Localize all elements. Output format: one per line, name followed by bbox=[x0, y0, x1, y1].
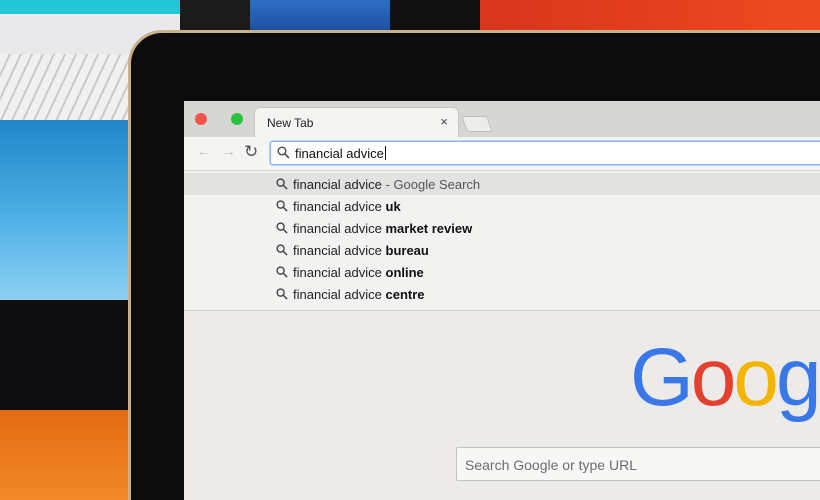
suggestion-suffix: market review bbox=[385, 221, 473, 236]
tab-title: New Tab bbox=[267, 116, 314, 130]
suggestion-prefix: financial advice bbox=[293, 287, 386, 302]
wallpaper-dark bbox=[390, 0, 480, 32]
reload-icon[interactable]: ↻ bbox=[244, 142, 258, 162]
google-logo: Goog bbox=[630, 331, 820, 425]
wallpaper-roof bbox=[0, 54, 135, 120]
suggestion-suffix: bureau bbox=[385, 243, 429, 258]
logo-letter: o bbox=[733, 332, 779, 423]
search-placeholder: Search Google or type URL bbox=[465, 457, 637, 473]
window-zoom-button[interactable] bbox=[231, 113, 243, 125]
toolbar: ← → ↻ financial advice bbox=[184, 137, 820, 171]
logo-letter: o bbox=[690, 332, 737, 423]
suggestion-suffix: - Google Search bbox=[381, 177, 481, 192]
suggestion-item[interactable]: financial advice bureau bbox=[184, 239, 820, 261]
new-tab-page: Goog Search Google or type URL bbox=[184, 311, 820, 500]
suggestion-item[interactable]: financial advice online bbox=[184, 261, 820, 283]
back-button[interactable]: ← bbox=[196, 143, 212, 161]
suggestion-prefix: financial advice bbox=[293, 243, 386, 258]
address-bar-text[interactable]: financial advice bbox=[295, 146, 386, 161]
suggestion-item[interactable]: financial advice - Google Search bbox=[184, 173, 820, 195]
suggestion-prefix: financial advice bbox=[293, 221, 386, 236]
wallpaper-dark-band bbox=[0, 300, 135, 410]
search-icon bbox=[276, 265, 288, 283]
suggestion-item[interactable]: financial advice market review bbox=[184, 217, 820, 239]
search-icon bbox=[276, 287, 288, 305]
suggestion-suffix: online bbox=[385, 265, 424, 280]
window-close-button[interactable] bbox=[195, 113, 207, 125]
tab-strip: New Tab × bbox=[184, 101, 820, 137]
suggestions-dropdown: financial advice - Google Search financi… bbox=[184, 171, 820, 311]
forward-button[interactable]: → bbox=[220, 143, 236, 161]
search-box[interactable]: Search Google or type URL bbox=[456, 447, 820, 481]
logo-letter: G bbox=[630, 332, 694, 423]
wallpaper-red bbox=[480, 0, 820, 32]
wallpaper-sky bbox=[0, 120, 135, 300]
suggestion-suffix: uk bbox=[385, 199, 401, 214]
suggestion-prefix: financial advice bbox=[293, 177, 382, 192]
search-icon bbox=[277, 146, 290, 164]
close-icon[interactable]: × bbox=[440, 114, 448, 129]
browser-window: New Tab × ← → ↻ financial advice financi… bbox=[184, 101, 820, 500]
suggestion-item[interactable]: financial advice uk bbox=[184, 195, 820, 217]
suggestion-item[interactable]: financial advice centre bbox=[184, 283, 820, 305]
search-icon bbox=[276, 243, 288, 261]
wallpaper-orange bbox=[0, 410, 135, 500]
suggestion-prefix: financial advice bbox=[293, 265, 386, 280]
tab-new-tab[interactable]: New Tab × bbox=[254, 107, 459, 137]
wallpaper-blue bbox=[250, 0, 390, 32]
logo-letter: g bbox=[776, 332, 820, 423]
new-tab-button[interactable] bbox=[461, 116, 493, 132]
suggestion-prefix: financial advice bbox=[293, 199, 386, 214]
search-icon bbox=[276, 177, 288, 195]
window-minimize-button[interactable] bbox=[213, 113, 225, 125]
address-bar[interactable]: financial advice bbox=[270, 141, 820, 165]
suggestion-suffix: centre bbox=[385, 287, 425, 302]
wallpaper-cyan bbox=[0, 0, 180, 14]
search-icon bbox=[276, 221, 288, 239]
search-icon bbox=[276, 199, 288, 217]
